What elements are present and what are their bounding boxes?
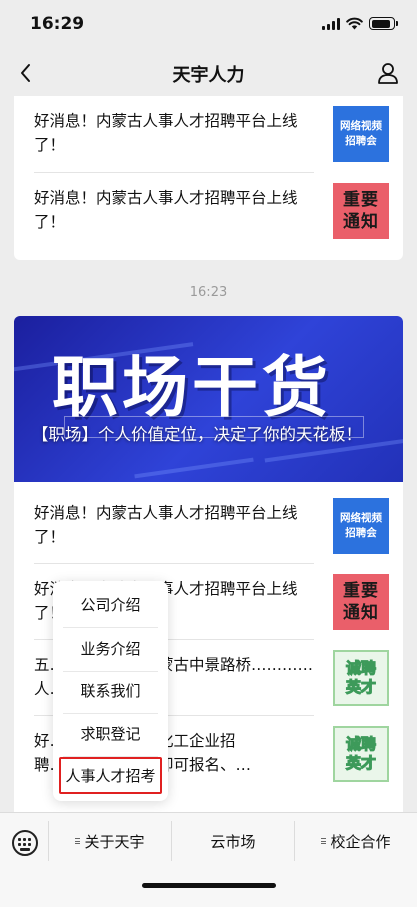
- article-title: 好消息！内蒙古人事人才招聘平台上线了！: [34, 189, 298, 231]
- thumb-line: 招聘会: [345, 527, 377, 539]
- thumb-line: 重要: [343, 190, 379, 210]
- submenu-item-company-intro[interactable]: 公司介绍: [63, 583, 158, 627]
- page-title: 天宇人力: [172, 65, 245, 86]
- profile-person-icon[interactable]: [375, 60, 401, 86]
- article-item[interactable]: 好消息！内蒙古人事人才招聘平台上线了！ 网络视频 招聘会: [14, 96, 403, 166]
- thumb-line: 英才: [345, 753, 376, 772]
- menu-tab-about[interactable]: 关于天宇: [49, 813, 171, 869]
- menu-tab-cloud-market[interactable]: 云市场: [172, 813, 294, 869]
- article-card-top: 好消息！内蒙古人事人才招聘平台上线了！ 网络视频 招聘会 好消息！内蒙古人事人才…: [14, 96, 403, 260]
- status-icons: [322, 17, 398, 30]
- submenu-item-job-registration[interactable]: 求职登记: [63, 712, 158, 756]
- wifi-icon: [346, 17, 363, 30]
- article-item[interactable]: 好消息！内蒙古人事人才招聘平台上线了！ 重要 通知: [14, 173, 403, 243]
- home-indicator: [142, 883, 276, 888]
- article-thumbnail: 网络视频 招聘会: [333, 106, 389, 162]
- submenu-item-contact-us[interactable]: 联系我们: [63, 669, 158, 713]
- thumb-line: 招聘会: [345, 135, 377, 147]
- article-title: 好消息！内蒙古人事人才招聘平台上线了！: [34, 112, 298, 154]
- bottom-menu-bar: 关于天宇 云市场 校企合作: [0, 812, 417, 907]
- article-thumbnail: 网络视频 招聘会: [333, 498, 389, 554]
- article-title: 好消息！内蒙古人事人才招聘平台上线了！: [34, 504, 298, 546]
- status-bar: 16:29: [0, 0, 417, 50]
- menu-tab-label: 校企合作: [330, 832, 391, 851]
- thumb-line: 重要: [343, 581, 379, 601]
- nav-bar: 天宇人力: [0, 50, 417, 96]
- battery-level: [371, 19, 391, 28]
- menu-tab-label: 关于天宇: [84, 832, 145, 851]
- article-item[interactable]: 好消息！内蒙古人事人才招聘平台上线了！ 网络视频 招聘会: [14, 488, 403, 558]
- thumb-line: 网络视频: [340, 120, 382, 132]
- article-thumbnail: 重要 通知: [333, 183, 389, 239]
- article-thumbnail: 重要 通知: [333, 574, 389, 630]
- menu-lines-icon: [321, 837, 327, 846]
- article-thumbnail: 诚聘 英才: [333, 726, 389, 782]
- menu-tab-school-enterprise[interactable]: 校企合作: [295, 813, 417, 869]
- submenu-popup: 公司介绍 业务介绍 联系我们 求职登记 人事人才招考: [53, 581, 168, 801]
- status-time: 16:29: [30, 14, 85, 34]
- thumb-line: 通知: [343, 212, 379, 232]
- thumb-line: 网络视频: [340, 512, 382, 524]
- thumb-line: 诚聘: [345, 658, 376, 677]
- thumb-line: 诚聘: [345, 734, 376, 753]
- menu-tab-label: 云市场: [210, 832, 256, 851]
- submenu-item-talent-recruitment[interactable]: 人事人才招考: [63, 754, 158, 798]
- menu-lines-icon: [75, 837, 81, 846]
- featured-article-banner[interactable]: 职场干货 【职场】个人价值定位，决定了你的天花板！: [14, 316, 403, 482]
- keyboard-icon[interactable]: [12, 830, 38, 856]
- cellular-signal-icon: [322, 17, 340, 30]
- featured-article-title: 【职场】个人价值定位，决定了你的天花板！: [32, 425, 362, 444]
- thumb-line: 英才: [345, 677, 376, 696]
- battery-icon: [369, 17, 398, 30]
- submenu-item-business-intro[interactable]: 业务介绍: [63, 627, 158, 671]
- thumb-line: 通知: [343, 603, 379, 623]
- article-thumbnail: 诚聘 英才: [333, 650, 389, 706]
- time-separator: 16:23: [189, 285, 228, 300]
